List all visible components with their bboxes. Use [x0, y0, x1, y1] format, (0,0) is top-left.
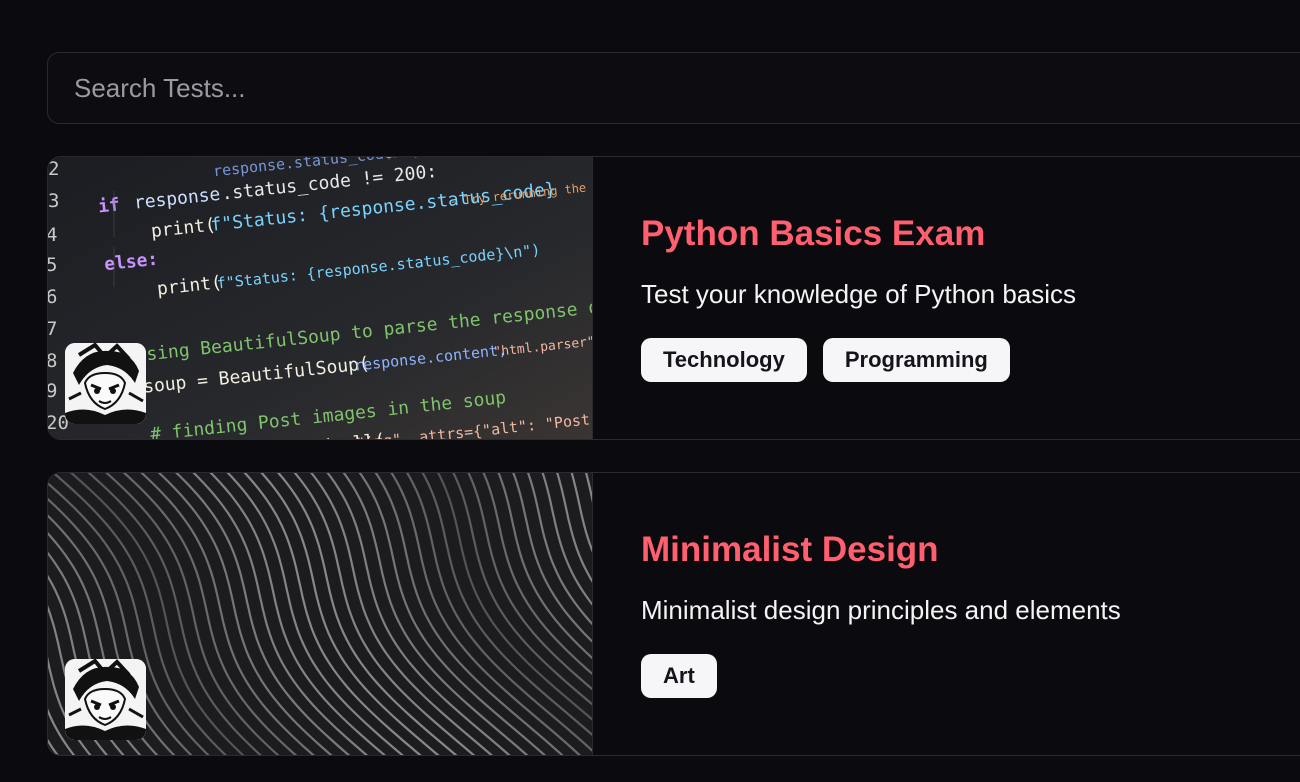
svg-text:6: 6 [48, 286, 57, 308]
test-info: Python Basics Exam Test your knowledge o… [641, 157, 1300, 439]
svg-text:if: if [97, 194, 121, 217]
test-card-python[interactable]: 2 3 4 5 6 7 8 9 20 response.status_code … [47, 156, 1300, 440]
tests-page: 2 3 4 5 6 7 8 9 20 response.status_code … [0, 0, 1300, 782]
search-input[interactable] [48, 53, 1300, 123]
test-description: Minimalist design principles and element… [641, 595, 1121, 625]
search-box [47, 52, 1300, 124]
test-info: Minimalist Design Minimalist design prin… [641, 473, 1300, 755]
avatar [65, 659, 146, 740]
svg-text:4: 4 [48, 224, 57, 246]
tag-technology[interactable]: Technology [641, 338, 807, 382]
tag-programming[interactable]: Programming [822, 338, 1010, 382]
svg-text:9: 9 [48, 380, 57, 402]
test-description: Test your knowledge of Python basics [641, 279, 1077, 309]
test-title[interactable]: Python Basics Exam [641, 214, 985, 254]
svg-text:8: 8 [48, 350, 57, 372]
test-card-design[interactable]: Minimalist Design Minimalist design prin… [47, 472, 1300, 756]
tag-list: Technology Programming [641, 338, 1010, 382]
avatar [65, 343, 146, 424]
test-title[interactable]: Minimalist Design [641, 530, 939, 570]
svg-text:2: 2 [48, 158, 59, 180]
svg-text:5: 5 [48, 254, 57, 276]
svg-text:7: 7 [48, 318, 57, 340]
tag-list: Art [641, 654, 717, 698]
tag-art[interactable]: Art [641, 654, 717, 698]
svg-text:3: 3 [48, 190, 59, 212]
